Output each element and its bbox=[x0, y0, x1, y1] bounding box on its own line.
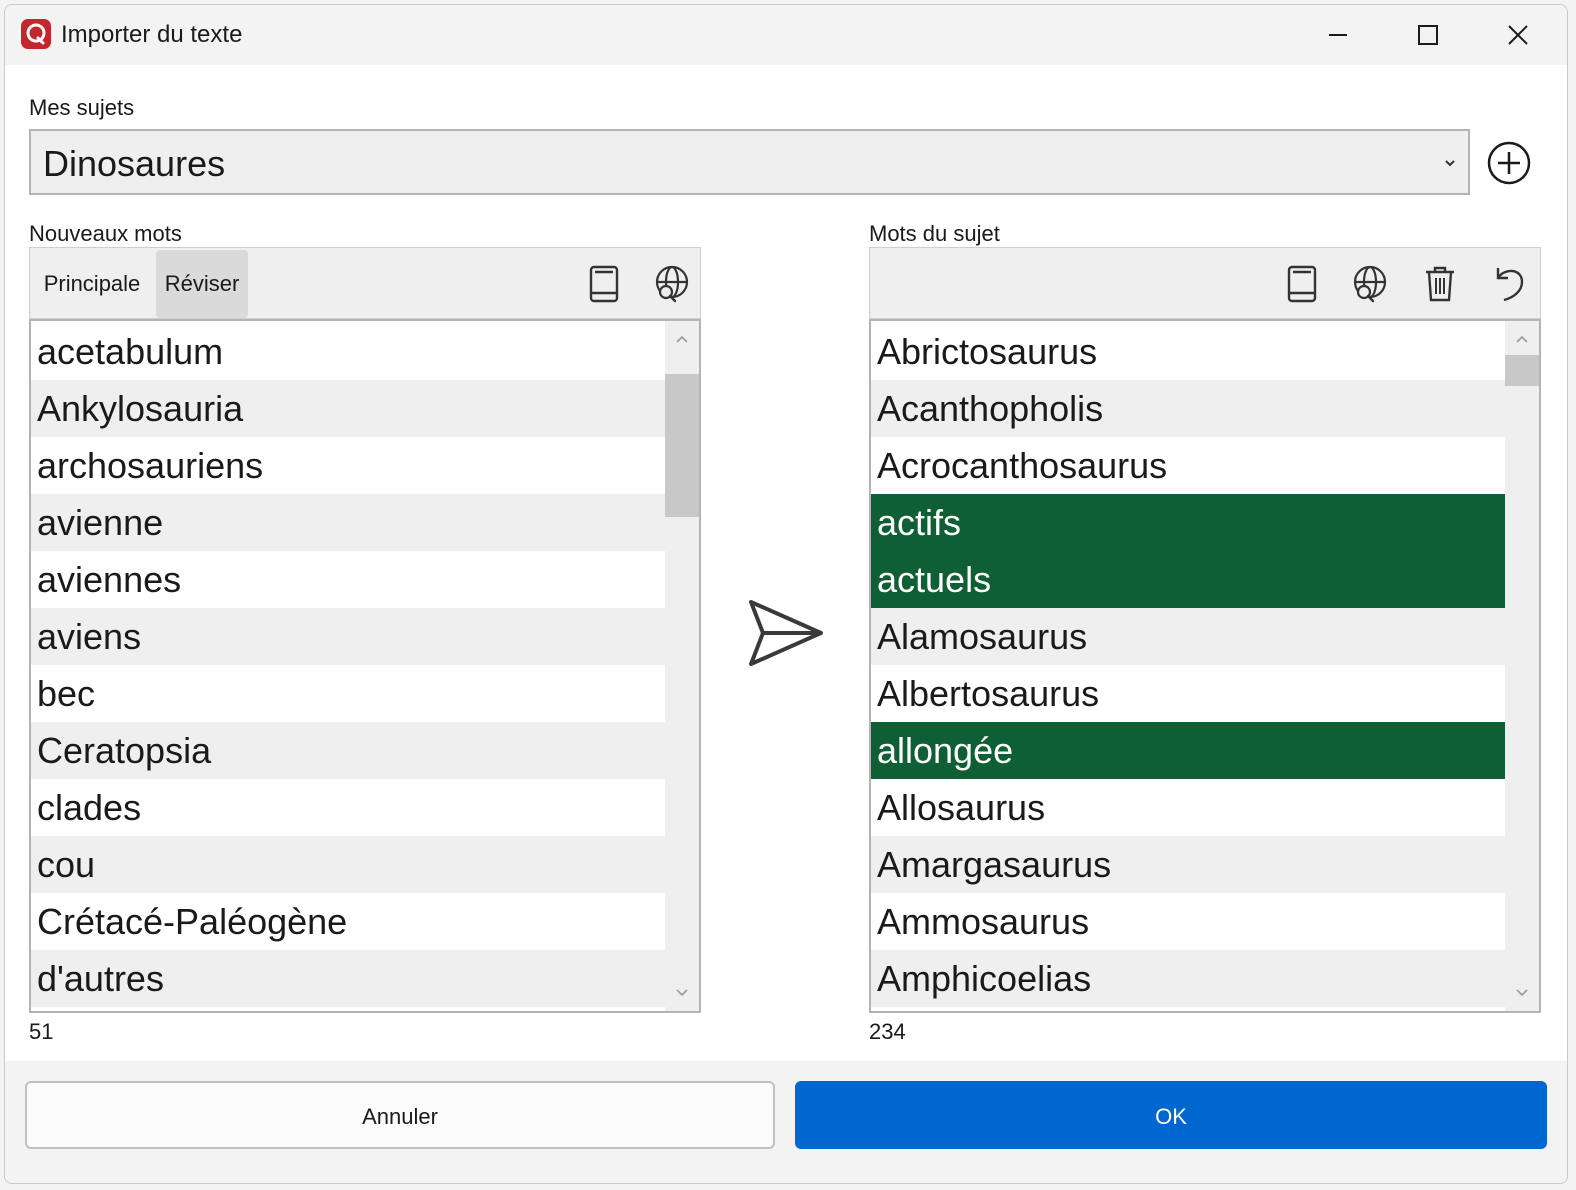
new-words-scrollbar[interactable] bbox=[665, 321, 699, 1011]
tab-principale[interactable]: Principale bbox=[34, 250, 150, 318]
new-words-label: Nouveaux mots bbox=[29, 221, 182, 246]
list-item[interactable]: bec bbox=[31, 665, 665, 722]
maximize-button[interactable] bbox=[1383, 5, 1473, 65]
close-icon bbox=[1508, 25, 1528, 45]
web-search-button[interactable] bbox=[650, 262, 694, 306]
list-item[interactable]: Crétacé-Paléogène bbox=[31, 893, 665, 950]
import-text-dialog: Importer du texte Mes sujets Dinosaures … bbox=[4, 4, 1568, 1184]
list-item[interactable]: Ammosaurus bbox=[871, 893, 1505, 950]
scroll-up-icon[interactable] bbox=[1514, 331, 1530, 347]
trash-icon bbox=[1426, 266, 1454, 302]
maximize-icon bbox=[1418, 25, 1438, 45]
new-words-items: acetabulum Ankylosauria archosauriens avien… bbox=[31, 323, 665, 1007]
new-words-list[interactable]: acetabulum Ankylosauria archosauriens avien… bbox=[29, 319, 701, 1013]
list-item[interactable]: acetabulum bbox=[31, 323, 665, 380]
add-subject-button[interactable] bbox=[1486, 140, 1532, 186]
plus-circle-icon bbox=[1487, 141, 1531, 185]
app-logo-icon bbox=[21, 19, 51, 49]
book-icon bbox=[589, 265, 619, 303]
dialog-footer: Annuler OK bbox=[5, 1061, 1567, 1183]
undo-icon bbox=[1496, 268, 1524, 302]
tab-reviser[interactable]: Réviser bbox=[156, 250, 248, 318]
list-item[interactable]: Ankylosauria bbox=[31, 380, 665, 437]
list-item[interactable]: Acanthopholis bbox=[871, 380, 1505, 437]
list-item[interactable]: Allosaurus bbox=[871, 779, 1505, 836]
list-item[interactable]: allongée bbox=[871, 722, 1505, 779]
subject-words-scroll-thumb[interactable] bbox=[1505, 355, 1539, 387]
globe-search-icon bbox=[1353, 265, 1387, 303]
window-title: Importer du texte bbox=[61, 21, 243, 48]
subjects-label: Mes sujets bbox=[29, 95, 135, 120]
new-words-count: 51 bbox=[29, 1019, 54, 1044]
subject-select[interactable]: Dinosaures bbox=[29, 129, 1470, 195]
cancel-button[interactable]: Annuler bbox=[25, 1081, 775, 1149]
subject-words-list[interactable]: Abrictosaurus Acanthopholis Acrocanthosaur… bbox=[869, 319, 1541, 1013]
scroll-up-icon[interactable] bbox=[674, 331, 690, 347]
dictionary-button[interactable] bbox=[1280, 262, 1324, 306]
new-words-scroll-thumb[interactable] bbox=[665, 373, 699, 517]
list-item[interactable]: Ceratopsia bbox=[31, 722, 665, 779]
new-words-toolbar: Principale Réviser bbox=[29, 247, 701, 319]
list-item[interactable]: avienne bbox=[31, 494, 665, 551]
minimize-button[interactable] bbox=[1293, 5, 1383, 65]
scroll-down-icon[interactable] bbox=[1514, 985, 1530, 1001]
list-item[interactable]: d'autres bbox=[31, 950, 665, 1007]
ok-button[interactable]: OK bbox=[795, 1081, 1547, 1149]
list-item[interactable]: archosauriens bbox=[31, 437, 665, 494]
subject-words-label: Mots du sujet bbox=[869, 221, 1000, 246]
subject-words-scrollbar[interactable] bbox=[1505, 321, 1539, 1011]
list-item[interactable]: actifs bbox=[871, 494, 1505, 551]
list-item[interactable]: actuels bbox=[871, 551, 1505, 608]
list-item[interactable]: cou bbox=[31, 836, 665, 893]
minimize-icon bbox=[1329, 34, 1347, 36]
list-item[interactable]: aviennes bbox=[31, 551, 665, 608]
subject-select-value: Dinosaures bbox=[43, 143, 226, 184]
list-item[interactable]: Albertosaurus bbox=[871, 665, 1505, 722]
globe-search-icon bbox=[655, 265, 689, 303]
dialog-content: Mes sujets Dinosaures Nouveaux mots Prin… bbox=[5, 65, 1567, 1061]
web-search-button[interactable] bbox=[1348, 262, 1392, 306]
list-item[interactable]: Amargasaurus bbox=[871, 836, 1505, 893]
book-icon bbox=[1287, 265, 1317, 303]
list-item[interactable]: clades bbox=[31, 779, 665, 836]
list-item[interactable]: Amphicoelias bbox=[871, 950, 1505, 1007]
list-item[interactable]: Alamosaurus bbox=[871, 608, 1505, 665]
chevron-down-icon bbox=[1445, 160, 1455, 167]
list-item[interactable]: aviens bbox=[31, 608, 665, 665]
close-button[interactable] bbox=[1473, 5, 1563, 65]
title-bar[interactable]: Importer du texte bbox=[5, 5, 1567, 65]
subject-words-toolbar bbox=[869, 247, 1541, 319]
subject-words-count: 234 bbox=[869, 1019, 906, 1044]
undo-button[interactable] bbox=[1488, 262, 1532, 306]
scroll-down-icon[interactable] bbox=[674, 985, 690, 1001]
send-arrow-icon[interactable] bbox=[743, 597, 827, 671]
delete-button[interactable] bbox=[1418, 262, 1462, 306]
subject-words-items: Abrictosaurus Acanthopholis Acrocanthosaur… bbox=[871, 323, 1505, 1007]
list-item[interactable]: Acrocanthosaurus bbox=[871, 437, 1505, 494]
dictionary-button[interactable] bbox=[582, 262, 626, 306]
list-item[interactable]: Abrictosaurus bbox=[871, 323, 1505, 380]
